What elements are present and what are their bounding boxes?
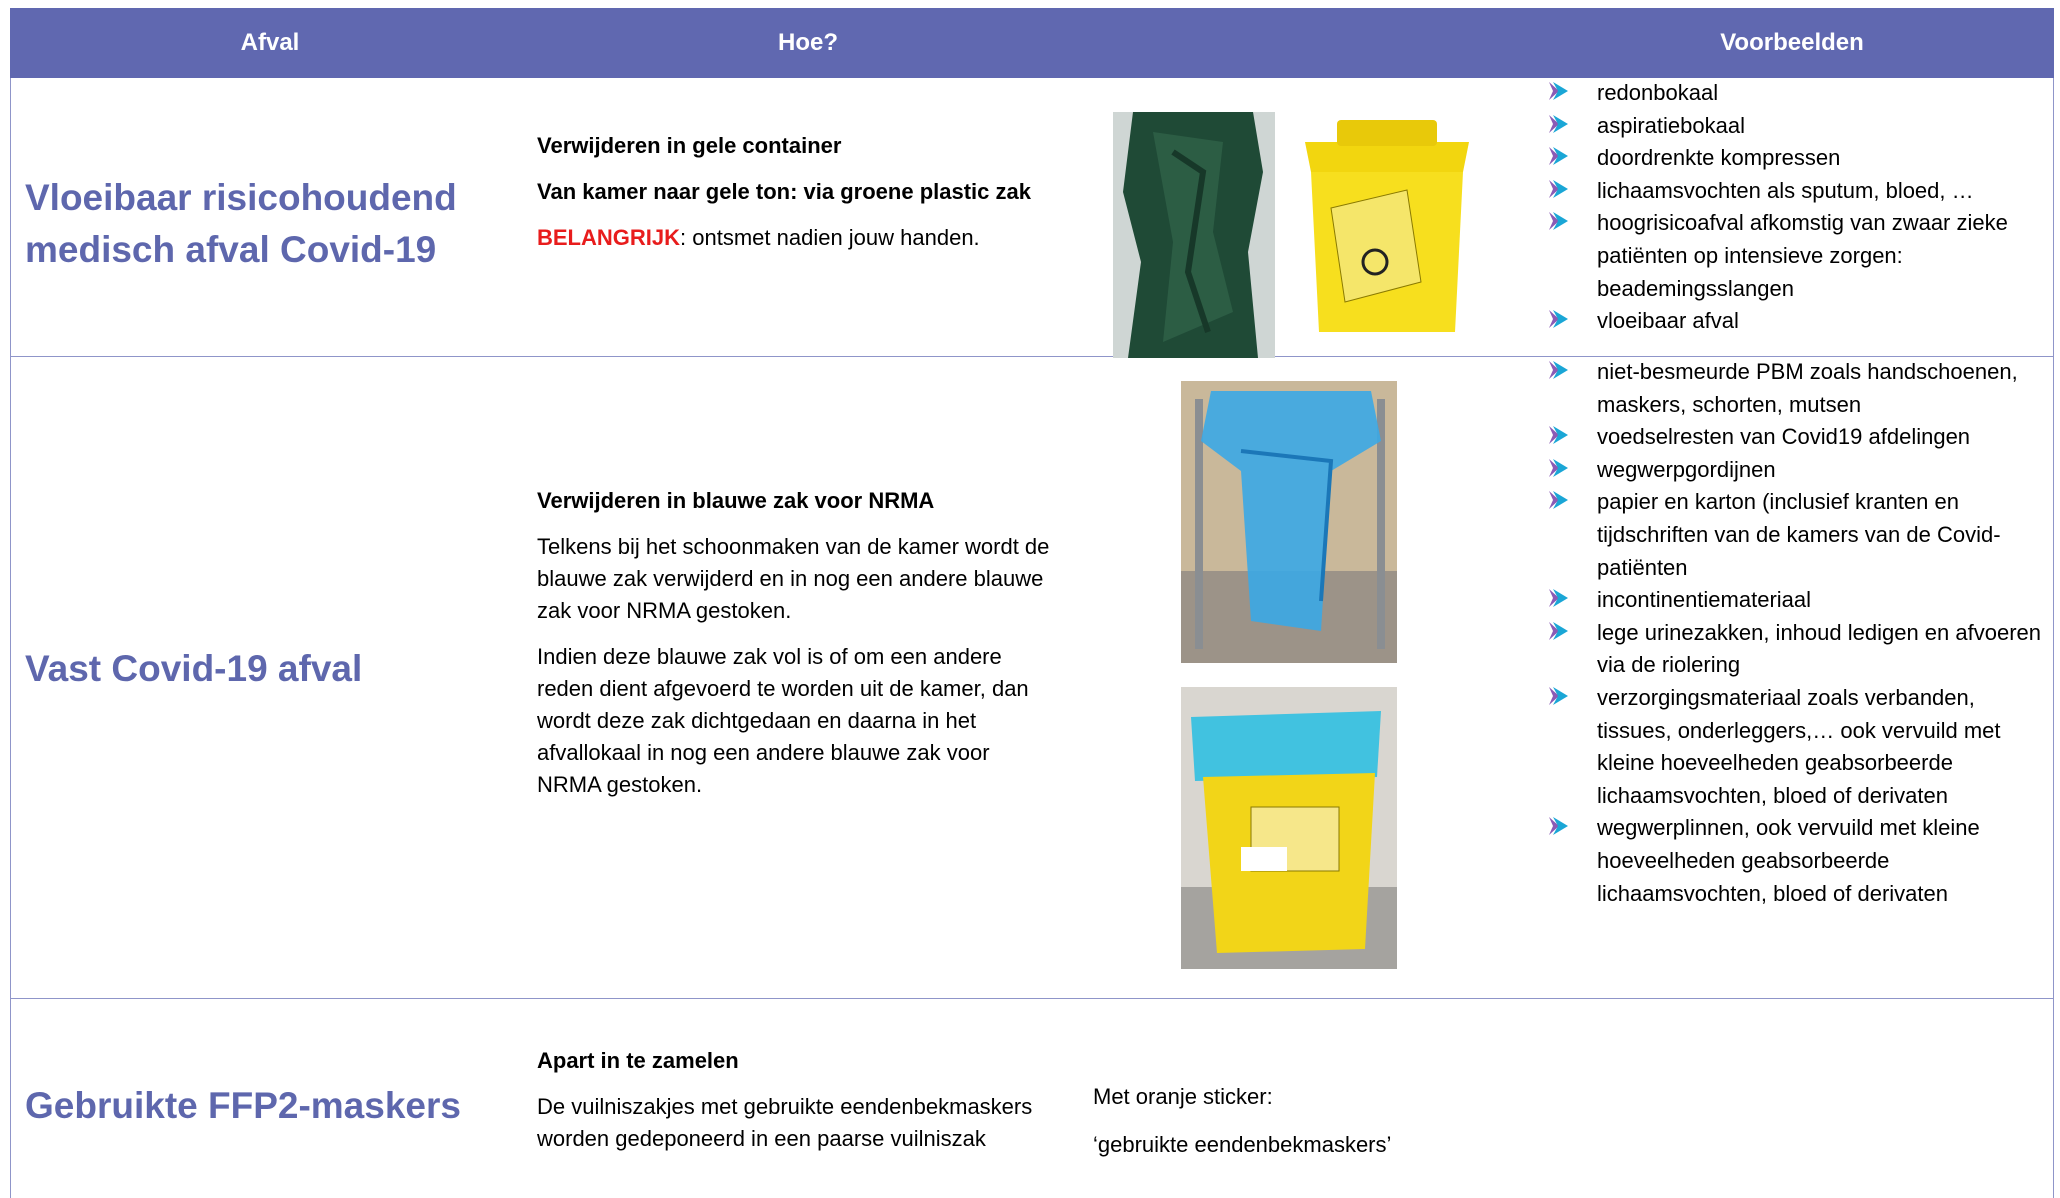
sticker-note-line: Met oranje sticker:	[1093, 1084, 1273, 1109]
green-bag-photo	[1113, 112, 1275, 358]
row-title: Vloeibaar risicohoudend medisch afval Co…	[25, 177, 457, 270]
header-hoe: Hoe?	[778, 29, 838, 56]
yellow-container-photo	[1287, 112, 1487, 348]
table-header: Afval Hoe? Voorbeelden	[10, 8, 2054, 78]
arrow-bullet-icon	[1547, 309, 1569, 329]
list-item: papier en karton (inclusief kranten en t…	[1547, 486, 2047, 584]
arrow-bullet-icon	[1547, 114, 1569, 134]
list-item: aspiratiebokaal	[1547, 110, 2047, 143]
list-item: incontinentiemateriaal	[1547, 584, 2047, 617]
sticker-note: Met oranje sticker: ‘gebruikte eendenbek…	[1093, 1073, 1391, 1169]
header-voorbeelden: Voorbeelden	[1720, 29, 1864, 56]
instruction-paragraph: De vuilniszakjes met gebruikte eendenbek…	[537, 1094, 1033, 1151]
arrow-bullet-icon	[1547, 211, 1569, 231]
list-item: voedselresten van Covid19 afdelingen	[1547, 421, 2047, 454]
blue-bag-stand-photo	[1181, 381, 1397, 663]
list-item: verzorgingsmateriaal zoals verbanden, ti…	[1547, 682, 2047, 812]
arrow-bullet-icon	[1547, 588, 1569, 608]
arrow-bullet-icon	[1547, 458, 1569, 478]
arrow-bullet-icon	[1547, 425, 1569, 445]
arrow-bullet-icon	[1547, 360, 1569, 380]
examples-list: redonbokaal aspiratiebokaal doordrenkte …	[1547, 77, 2047, 338]
yellow-bin-blue-bag-photo	[1181, 687, 1397, 969]
instruction-heading: Apart in te zamelen	[537, 1048, 739, 1073]
header-afval: Afval	[240, 29, 300, 56]
arrow-bullet-icon	[1547, 621, 1569, 641]
row-instructions: Apart in te zamelen De vuilniszakjes met…	[537, 1045, 1057, 1169]
instruction-heading: Verwijderen in blauwe zak voor NRMA	[537, 488, 935, 513]
row-title: Gebruikte FFP2-maskers	[25, 1085, 461, 1126]
list-item: niet-besmeurde PBM zoals handschoenen, m…	[1547, 356, 2047, 421]
list-item: wegwerplinnen, ook vervuild met kleine h…	[1547, 812, 2047, 910]
instruction-important: BELANGRIJK: ontsmet nadien jouw handen.	[537, 222, 1057, 254]
arrow-bullet-icon	[1547, 81, 1569, 101]
sticker-note-line: ‘gebruikte eendenbekmaskers’	[1093, 1132, 1392, 1157]
examples-list: niet-besmeurde PBM zoals handschoenen, m…	[1547, 356, 2047, 910]
list-item: lege urinezakken, inhoud ledigen en afvo…	[1547, 617, 2047, 682]
list-item: vloeibaar afval	[1547, 305, 2047, 338]
list-item: hoogrisicoafval afkomstig van zwaar ziek…	[1547, 207, 2047, 305]
arrow-bullet-icon	[1547, 179, 1569, 199]
instruction-paragraph: Telkens bij het schoonmaken van de kamer…	[537, 534, 1050, 623]
arrow-bullet-icon	[1547, 816, 1569, 836]
arrow-bullet-icon	[1547, 146, 1569, 166]
list-item: redonbokaal	[1547, 77, 2047, 110]
list-item: doordrenkte kompressen	[1547, 142, 2047, 175]
arrow-bullet-icon	[1547, 686, 1569, 706]
important-text: : ontsmet nadien jouw handen.	[680, 225, 980, 250]
instruction-heading: Verwijderen in gele container	[537, 133, 842, 158]
instruction-paragraph: Indien deze blauwe zak vol is of om een …	[537, 644, 1029, 797]
waste-table: Afval Hoe? Voorbeelden Vloeibaar risicoh…	[10, 8, 2054, 1198]
important-label: BELANGRIJK	[537, 225, 681, 250]
instruction-route: Van kamer naar gele ton: via groene plas…	[537, 179, 1031, 204]
row-vloeibaar: Vloeibaar risicohoudend medisch afval Co…	[10, 77, 2054, 358]
list-item: lichaamsvochten als sputum, bloed, …	[1547, 175, 2047, 208]
row-vast: Vast Covid-19 afval Verwijderen in blauw…	[10, 357, 2054, 999]
row-instructions: Verwijderen in blauwe zak voor NRMA Telk…	[537, 485, 1057, 815]
list-item: wegwerpgordijnen	[1547, 454, 2047, 487]
arrow-bullet-icon	[1547, 490, 1569, 510]
row-ffp2: Gebruikte FFP2-maskers Apart in te zamel…	[10, 999, 2054, 1198]
row-instructions: Verwijderen in gele container Van kamer …	[537, 130, 1057, 268]
row-title: Vast Covid-19 afval	[25, 648, 363, 689]
